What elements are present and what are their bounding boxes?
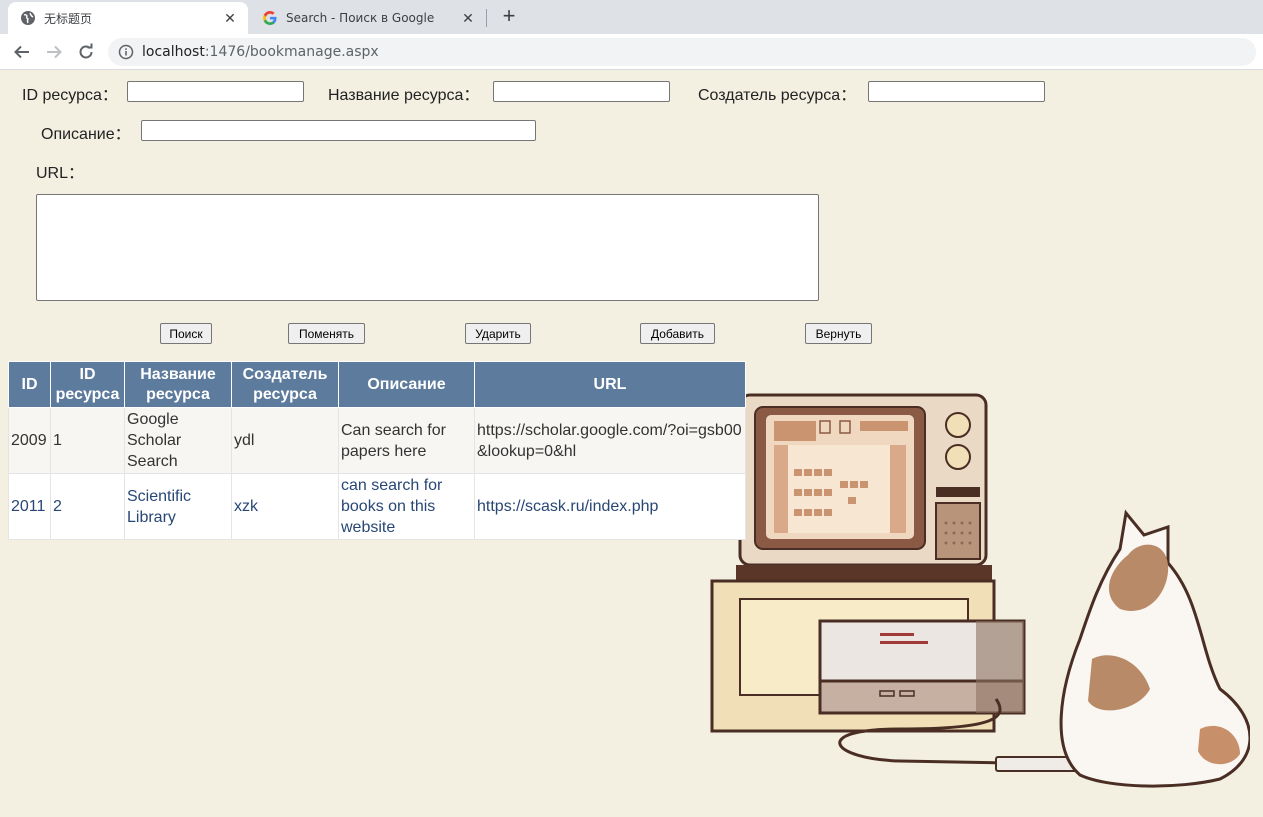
table-header-row: ID ID ресурса Название ресурса Создатель… bbox=[8, 361, 746, 408]
id-label: ID ресурса： bbox=[22, 87, 118, 104]
cell-creator: ydl bbox=[231, 407, 339, 474]
tab-google[interactable]: Search - Поиск в Google ✕ bbox=[250, 2, 486, 34]
url-label: URL： bbox=[36, 165, 85, 182]
description-input[interactable] bbox=[141, 120, 536, 141]
url-textarea[interactable] bbox=[36, 194, 819, 301]
cell-resource-id: 1 bbox=[50, 407, 125, 474]
table-row[interactable]: 2011 2 Scientific Library xzk can search… bbox=[8, 473, 746, 540]
address-bar[interactable]: localhost:1476/bookmanage.aspx bbox=[108, 38, 1256, 66]
header-url: URL bbox=[474, 361, 746, 408]
tab-title: Search - Поиск в Google bbox=[286, 11, 435, 25]
cell-description: Can search for papers here bbox=[338, 407, 475, 474]
back-button[interactable]: Вернуть bbox=[805, 323, 872, 344]
tab-separator bbox=[486, 9, 487, 27]
back-arrow-icon[interactable] bbox=[10, 40, 34, 64]
resource-table: ID ID ресурса Название ресурса Создатель… bbox=[8, 361, 746, 540]
id-input[interactable] bbox=[127, 81, 304, 102]
cell-name: Google Scholar Search bbox=[124, 407, 232, 474]
header-id: ID bbox=[8, 361, 51, 408]
browser-toolbar: localhost:1476/bookmanage.aspx bbox=[0, 34, 1263, 70]
url-text: localhost:1476/bookmanage.aspx bbox=[142, 44, 379, 60]
cell-id: 2009 bbox=[8, 407, 51, 474]
add-button[interactable]: Добавить bbox=[640, 323, 715, 344]
globe-icon bbox=[20, 10, 36, 26]
header-creator: Создатель ресурса bbox=[231, 361, 339, 408]
new-tab-icon[interactable]: + bbox=[498, 5, 520, 28]
search-button[interactable]: Поиск bbox=[160, 323, 212, 344]
tab-strip: 无标题页 ✕ Search - Поиск в Google ✕ + bbox=[0, 0, 1263, 34]
delete-button[interactable]: Ударить bbox=[465, 323, 531, 344]
name-label: Название ресурса： bbox=[328, 87, 480, 104]
creator-input[interactable] bbox=[868, 81, 1045, 102]
tab-title: 无标题页 bbox=[44, 11, 93, 26]
cell-description: can search for books on this website bbox=[338, 473, 475, 540]
cell-name: Scientific Library bbox=[124, 473, 232, 540]
cell-id: 2011 bbox=[8, 473, 51, 540]
close-icon[interactable]: ✕ bbox=[460, 10, 476, 26]
forward-arrow-icon[interactable] bbox=[42, 40, 66, 64]
header-name: Название ресурса bbox=[124, 361, 232, 408]
cell-creator: xzk bbox=[231, 473, 339, 540]
description-label: Описание： bbox=[41, 126, 131, 143]
url-path: :1476/bookmanage.aspx bbox=[204, 44, 379, 60]
google-icon bbox=[262, 10, 278, 26]
header-resource-id: ID ресурса bbox=[50, 361, 125, 408]
url-host: localhost bbox=[142, 44, 205, 60]
cell-resource-id: 2 bbox=[50, 473, 125, 540]
name-input[interactable] bbox=[493, 81, 670, 102]
change-button[interactable]: Поменять bbox=[288, 323, 365, 344]
cell-url: https://scholar.google.com/?oi=gsb00&loo… bbox=[474, 407, 746, 474]
close-icon[interactable]: ✕ bbox=[222, 10, 238, 26]
retro-tv-cat-illustration bbox=[710, 393, 1250, 788]
page-content: ID ресурса： Название ресурса： Создатель … bbox=[0, 71, 1263, 817]
creator-label: Создатель ресурса： bbox=[698, 87, 857, 104]
reload-icon[interactable] bbox=[74, 40, 98, 64]
cell-url: https://scask.ru/index.php bbox=[474, 473, 746, 540]
tab-active[interactable]: 无标题页 ✕ bbox=[8, 2, 248, 34]
info-icon[interactable] bbox=[118, 44, 134, 60]
table-row[interactable]: 2009 1 Google Scholar Search ydl Can sea… bbox=[8, 407, 746, 474]
header-description: Описание bbox=[338, 361, 475, 408]
